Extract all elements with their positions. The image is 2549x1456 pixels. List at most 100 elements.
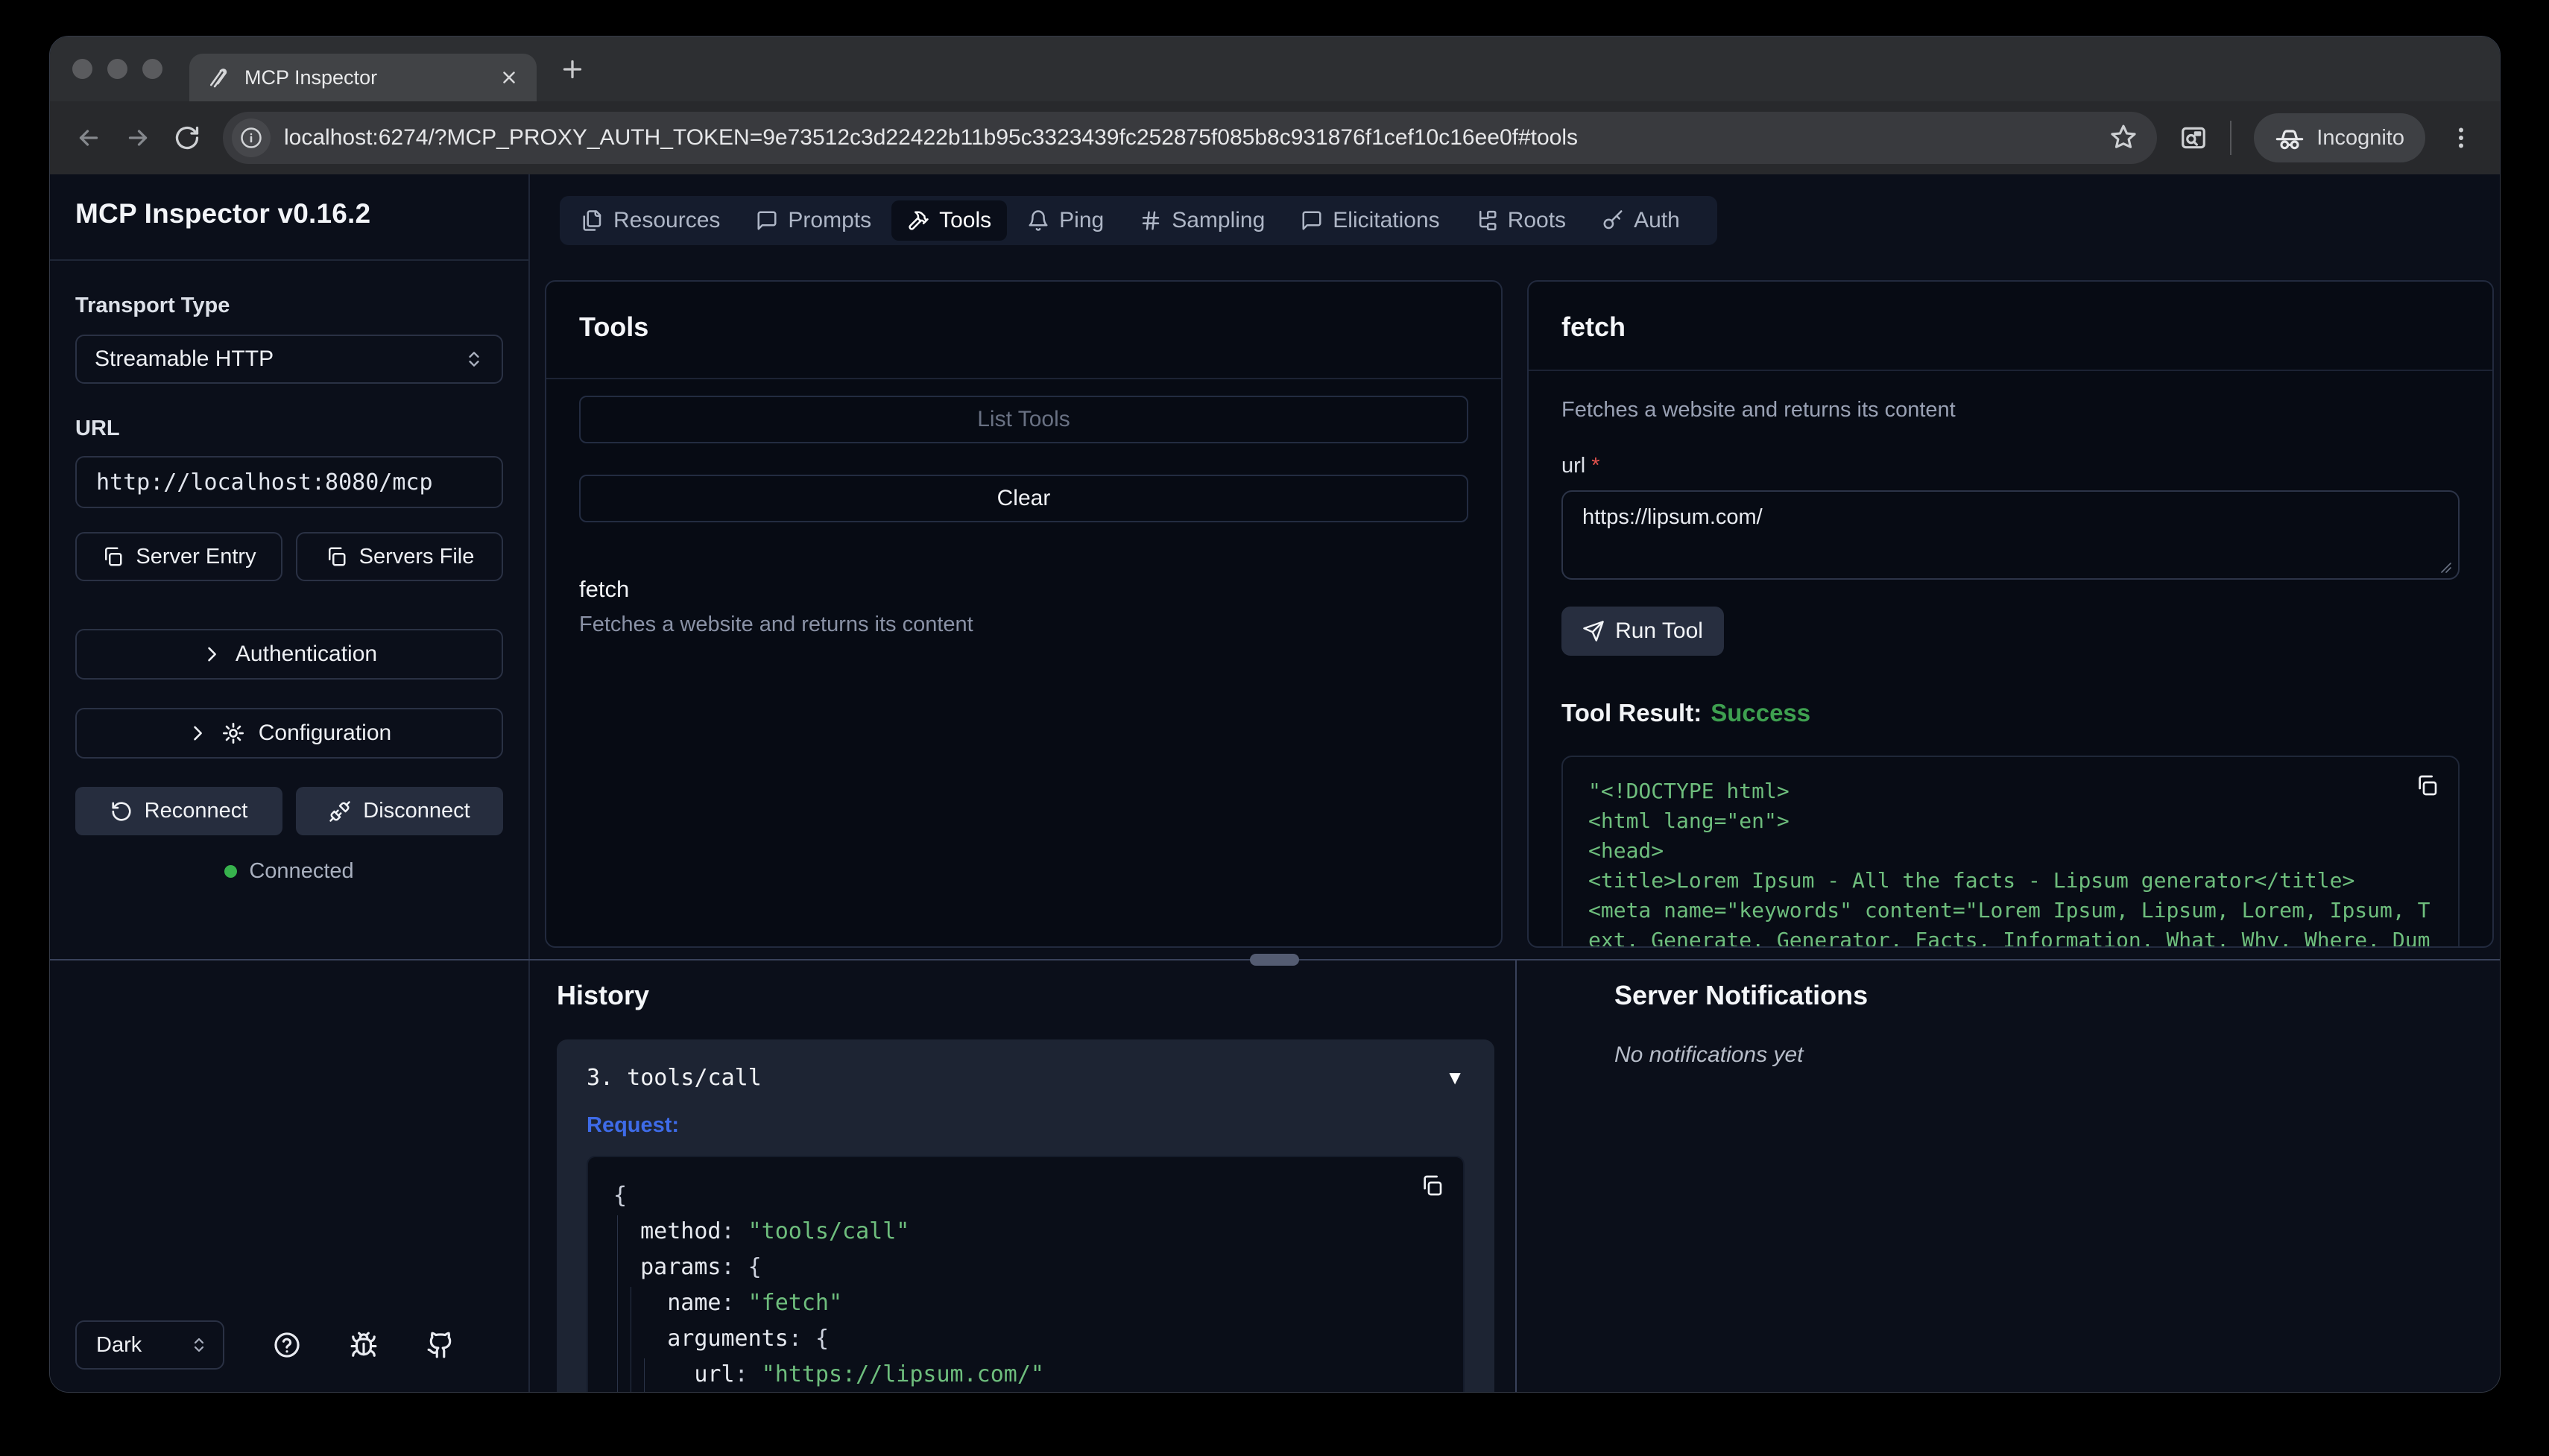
required-marker: * [1591,454,1599,478]
param-url-value: https://lipsum.com/ [1582,505,1763,529]
disconnect-label: Disconnect [363,799,470,823]
reconnect-button[interactable]: Reconnect [75,787,282,835]
bug-icon[interactable] [350,1331,378,1359]
tool-result-codeblock: "<!DOCTYPE html><html lang="en"><head><t… [1561,756,2460,948]
servers-file-label: Servers File [359,545,475,569]
server-url-input[interactable]: http://localhost:8080/mcp [75,456,503,508]
incognito-badge: Incognito [2254,113,2425,162]
tab-label: Elicitations [1333,208,1439,233]
app-viewport: MCP Inspector v0.16.2 Transport Type Str… [50,174,2500,1393]
url-text[interactable]: localhost:6274/?MCP_PROXY_AUTH_TOKEN=9e7… [284,125,2096,151]
transport-type-select[interactable]: Streamable HTTP [75,335,503,384]
tab-label: Roots [1508,208,1566,233]
param-name: url [1561,454,1585,478]
copy-icon [325,545,347,568]
param-url-textarea[interactable]: https://lipsum.com/ [1561,490,2460,580]
copy-icon [101,545,124,568]
configuration-button[interactable]: Configuration [75,708,503,759]
folder-tree-icon [1476,209,1498,232]
window-zoom-button[interactable] [142,59,162,79]
list-tools-label: List Tools [977,407,1070,432]
tool-result-code-lines: "<!DOCTYPE html><html lang="en"><head><t… [1588,776,2433,948]
authentication-button[interactable]: Authentication [75,629,503,680]
tool-description: Fetches a website and returns its conten… [579,613,1468,637]
tool-list-item-fetch[interactable]: fetch Fetches a website and returns its … [579,576,1468,637]
search-tabs-icon[interactable] [2179,124,2208,152]
chevron-right-icon [187,723,208,744]
tab-ping[interactable]: Ping [1011,200,1119,241]
history-entry-header[interactable]: 3. tools/call ▼ [587,1065,1465,1091]
app-title: MCP Inspector v0.16.2 [75,198,503,230]
browser-tabstrip: MCP Inspector [50,37,2500,101]
tab-resources[interactable]: Resources [566,200,736,241]
toolbar-divider [2230,121,2231,155]
sidebar: MCP Inspector v0.16.2 Transport Type Str… [50,174,530,1393]
main-content: Resources Prompts Tools [530,174,2500,1393]
history-pane: History 3. tools/call ▼ Request: { metho… [530,960,1515,1393]
tab-auth[interactable]: Auth [1586,200,1696,241]
chevrons-up-down-icon [190,1336,208,1354]
back-icon[interactable] [75,124,102,151]
menu-dots-icon[interactable] [2448,124,2474,151]
tools-panel-title: Tools [546,282,1501,379]
window-close-button[interactable] [72,59,92,79]
url-bar[interactable]: localhost:6274/?MCP_PROXY_AUTH_TOKEN=9e7… [223,112,2157,164]
server-url-value: http://localhost:8080/mcp [96,469,433,496]
tab-close-icon[interactable] [499,68,519,87]
rotate-ccw-icon [110,800,133,823]
transport-type-label: Transport Type [75,294,503,318]
tab-label: Sampling [1172,208,1265,233]
help-circle-icon[interactable] [273,1331,301,1359]
tab-roots[interactable]: Roots [1460,200,1582,241]
tab-elicitations[interactable]: Elicitations [1285,200,1455,241]
browser-tab[interactable]: MCP Inspector [189,54,537,101]
resize-grip-icon[interactable] [2439,560,2452,574]
list-tools-button[interactable]: List Tools [579,396,1468,443]
server-notifications-title: Server Notifications [1614,980,2500,1011]
chevrons-up-down-icon [464,349,484,369]
request-label: Request: [587,1113,1465,1138]
mcp-logo-icon [207,66,231,89]
site-info-icon[interactable] [232,118,271,157]
window-minimize-button[interactable] [107,59,127,79]
reload-icon[interactable] [174,124,200,151]
incognito-label: Incognito [2316,126,2404,151]
tab-tools[interactable]: Tools [891,200,1007,241]
run-tool-button[interactable]: Run Tool [1561,607,1724,656]
status-dot [224,865,237,878]
github-icon[interactable] [426,1331,455,1359]
history-title: History [557,980,1515,1011]
files-icon [581,209,604,232]
transport-type-value: Streamable HTTP [95,346,464,372]
server-entry-button[interactable]: Server Entry [75,532,282,581]
bookmark-star-icon[interactable] [2109,124,2147,152]
copy-icon[interactable] [2415,773,2439,797]
indent-guide [617,1215,618,1393]
new-tab-button[interactable] [559,37,586,101]
theme-select[interactable]: Dark [75,1320,224,1370]
tab-sampling[interactable]: Sampling [1124,200,1280,241]
tab-label: Auth [1634,208,1680,233]
servers-file-button[interactable]: Servers File [296,532,503,581]
tab-label: Prompts [788,208,871,233]
copy-icon[interactable] [1420,1174,1444,1197]
message-square-icon [1301,209,1323,232]
theme-value: Dark [96,1333,190,1358]
forward-icon[interactable] [124,124,151,151]
disconnect-button[interactable]: Disconnect [296,787,503,835]
run-tool-label: Run Tool [1615,618,1703,644]
tab-title: MCP Inspector [244,66,486,89]
sidebar-divider [50,259,528,261]
server-notifications-pane: Server Notifications No notifications ye… [1517,960,2500,1393]
tab-prompts[interactable]: Prompts [740,200,887,241]
notifications-empty-text: No notifications yet [1614,1042,2500,1068]
collapse-caret-icon[interactable]: ▼ [1445,1066,1465,1089]
message-square-icon [756,209,778,232]
tab-label: Ping [1059,208,1104,233]
browser-window: MCP Inspector [49,36,2501,1393]
request-codeblock: { method: "tools/call" params: { name: "… [587,1156,1465,1393]
clear-button[interactable]: Clear [579,475,1468,522]
tool-detail-panel: fetch Fetches a website and returns its … [1527,280,2494,948]
window-controls[interactable] [72,37,162,101]
param-url-label: url* [1561,454,2460,478]
